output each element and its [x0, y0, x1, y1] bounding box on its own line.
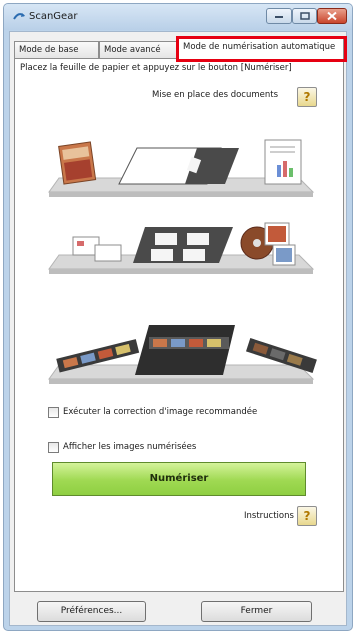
photos-shelf-illustration [48, 222, 315, 274]
scangear-app-icon [12, 10, 26, 22]
tab-mode-avance[interactable]: Mode avancé [99, 41, 178, 59]
close-button[interactable]: Fermer [201, 601, 312, 622]
placement-label: Mise en place des documents [152, 90, 279, 100]
close-icon [327, 11, 337, 21]
tab-highlight-frame [176, 36, 347, 62]
scan-button[interactable]: Numériser [52, 462, 306, 496]
dialog-client-area: Mode de base Mode avancé Mode de numéris… [9, 31, 347, 626]
placement-help-button[interactable]: ? [297, 87, 317, 107]
scangear-window: ScanGear Mode de base Mode avancé Mode d… [3, 3, 353, 631]
close-window-button[interactable] [317, 8, 347, 24]
minimize-icon [275, 16, 283, 18]
documents-shelf-illustration [48, 139, 315, 197]
correction-checkbox[interactable] [48, 407, 59, 418]
film-shelf-illustration [48, 325, 317, 384]
preferences-button[interactable]: Préférences... [37, 601, 146, 622]
maximize-button[interactable] [292, 8, 317, 24]
instructions-help-button[interactable]: ? [297, 506, 317, 526]
window-title: ScanGear [29, 11, 78, 22]
instruction-text: Placez la feuille de papier et appuyez s… [20, 63, 292, 73]
show-images-checkbox-label: Afficher les images numérisées [63, 442, 197, 452]
maximize-icon [299, 12, 310, 20]
title-bar[interactable]: ScanGear [4, 4, 352, 30]
correction-checkbox-label: Exécuter la correction d'image recommand… [63, 407, 258, 417]
minimize-button[interactable] [266, 8, 292, 24]
instructions-label: Instructions [244, 511, 294, 521]
help-icon: ? [303, 509, 311, 523]
auto-scan-panel: Placez la feuille de papier et appuyez s… [14, 58, 344, 592]
help-icon: ? [303, 90, 311, 104]
tab-mode-de-base[interactable]: Mode de base [14, 41, 99, 59]
show-images-checkbox[interactable] [48, 442, 59, 453]
